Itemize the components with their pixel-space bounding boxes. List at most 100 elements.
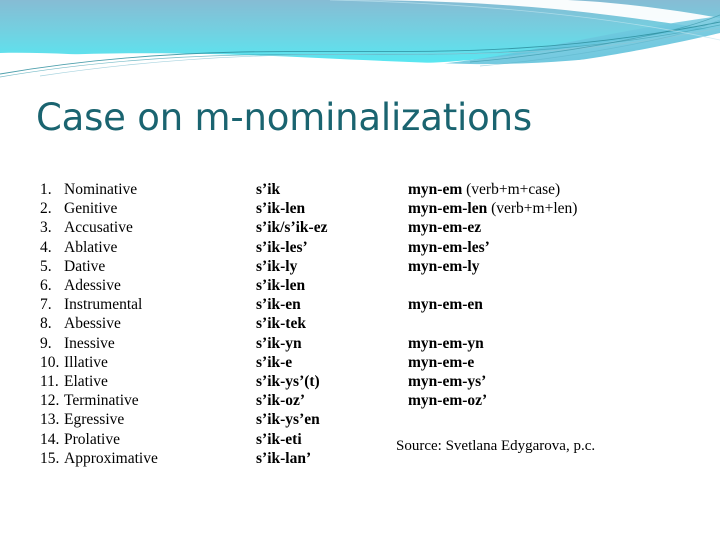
nominalization-form: myn-em-oz’ bbox=[408, 391, 688, 410]
wave-white-swoosh bbox=[340, 0, 720, 31]
case-name: Adessive bbox=[64, 277, 121, 295]
case-table-container: 1. Nominative s’ik myn-em (verb+m+case) 2. Ge… bbox=[40, 180, 688, 468]
nominalization-form: myn-em-ys’ bbox=[408, 372, 688, 391]
case-number: 2. bbox=[40, 200, 52, 218]
case-name: Approximative bbox=[64, 449, 158, 467]
case-number: 6. bbox=[40, 277, 52, 295]
case-number: 8. bbox=[40, 315, 52, 333]
case-number: 14. bbox=[40, 430, 60, 448]
noun-form: s’ik-len bbox=[256, 200, 306, 218]
decorative-wave-banner bbox=[0, 0, 720, 95]
table-row: 11. Elative s’ik-ys’(t) myn-em-ys’ bbox=[40, 372, 688, 391]
table-row: 12. Terminative s’ik-oz’ myn-em-oz’ bbox=[40, 391, 688, 410]
wave-line-1 bbox=[0, 21, 720, 75]
noun-form: s’ik-yn bbox=[256, 334, 302, 352]
wave-line-6 bbox=[329, 0, 720, 41]
case-table: 1. Nominative s’ik myn-em (verb+m+case) 2. Ge… bbox=[40, 180, 688, 468]
noun-form: s’ik-tek bbox=[256, 315, 306, 333]
table-row: 2. Genitive s’ik-len myn-em-len (verb+m+len… bbox=[40, 199, 688, 218]
nominalization-form: myn-em (verb+m+case) bbox=[408, 180, 688, 199]
table-row: 9. Inessive s’ik-yn myn-em-yn bbox=[40, 334, 688, 353]
case-number: 3. bbox=[40, 219, 52, 237]
wave-line-3 bbox=[39, 27, 720, 77]
case-name: Egressive bbox=[64, 411, 125, 429]
case-number: 11. bbox=[40, 373, 59, 391]
nominalization-form: myn-em-en bbox=[408, 295, 688, 314]
case-number: 15. bbox=[40, 449, 60, 467]
case-name: Ablative bbox=[64, 238, 118, 256]
wave-band-right bbox=[360, 16, 720, 72]
case-name: Inessive bbox=[64, 334, 115, 352]
table-row: 1. Nominative s’ik myn-em (verb+m+case) bbox=[40, 180, 688, 199]
table-row: 6. Adessive s’ik-len bbox=[40, 276, 688, 295]
nominalization-text: myn-em-e bbox=[408, 353, 475, 371]
nominalization-text: myn-em-yn bbox=[408, 334, 484, 352]
wave-band-primary bbox=[0, 0, 720, 65]
wave-graphic bbox=[0, 0, 720, 95]
case-table-body: 1. Nominative s’ik myn-em (verb+m+case) 2. Ge… bbox=[40, 180, 688, 468]
wave-line-2 bbox=[0, 24, 720, 78]
case-number: 9. bbox=[40, 334, 52, 352]
case-name: Abessive bbox=[64, 315, 121, 333]
nominalization-text: myn-em-ez bbox=[408, 219, 482, 237]
table-row: 5. Dative s’ik-ly myn-em-ly bbox=[40, 257, 688, 276]
noun-form: s’ik-eti bbox=[256, 430, 302, 448]
case-number: 4. bbox=[40, 238, 52, 256]
table-row: 4. Ablative s’ik-les’ myn-em-les’ bbox=[40, 238, 688, 257]
nominalization-text: myn-em-oz’ bbox=[408, 392, 488, 410]
case-number: 7. bbox=[40, 296, 52, 314]
table-row: 8. Abessive s’ik-tek bbox=[40, 314, 688, 333]
table-row: 7. Instrumental s’ik-en myn-em-en bbox=[40, 295, 688, 314]
nominalization-text: myn-em-ly bbox=[408, 257, 480, 275]
case-name: Illative bbox=[64, 353, 108, 371]
table-row: 3. Accusative s’ik/s’ik-ez myn-em-ez bbox=[40, 218, 688, 237]
case-name: Elative bbox=[64, 373, 108, 391]
slide: Case on m-nominalizations 1. Nominative s’… bbox=[0, 0, 720, 540]
nominalization-text: myn-em bbox=[408, 181, 463, 198]
case-number: 5. bbox=[40, 257, 52, 275]
case-name: Accusative bbox=[64, 219, 133, 237]
nominalization-form: myn-em-len (verb+m+len) bbox=[408, 199, 688, 218]
nominalization-note: (verb+m+case) bbox=[462, 181, 561, 198]
noun-form: s’ik-oz’ bbox=[256, 392, 306, 410]
noun-form: s’ik-les’ bbox=[256, 238, 308, 256]
noun-form: s’ik-ys’(t) bbox=[256, 373, 320, 391]
noun-form: s’ik-lan’ bbox=[256, 449, 312, 467]
wave-line-5 bbox=[479, 19, 720, 67]
wave-line-4 bbox=[469, 14, 720, 63]
nominalization-form bbox=[408, 410, 688, 429]
wave-lower-white bbox=[0, 44, 720, 95]
noun-form: s’ik-e bbox=[256, 353, 293, 371]
nominalization-form: myn-em-yn bbox=[408, 334, 688, 353]
noun-form: s’ik-en bbox=[256, 296, 301, 314]
noun-form: s’ik-ys’en bbox=[256, 411, 320, 429]
case-name: Prolative bbox=[64, 430, 120, 448]
source-credit: Source: Svetlana Edygarova, p.c. bbox=[396, 438, 596, 454]
case-name: Genitive bbox=[64, 200, 118, 218]
case-number: 1. bbox=[40, 181, 52, 198]
nominalization-text: myn-em-ys’ bbox=[408, 373, 487, 391]
noun-form: s’ik bbox=[256, 181, 281, 198]
case-name: Dative bbox=[64, 257, 106, 275]
noun-form: s’ik/s’ik-ez bbox=[256, 219, 328, 237]
case-number: 12. bbox=[40, 392, 60, 410]
noun-form: s’ik-len bbox=[256, 277, 306, 295]
nominalization-text: myn-em-en bbox=[408, 296, 483, 314]
nominalization-form: myn-em-ez bbox=[408, 218, 688, 237]
nominalization-form: myn-em-les’ bbox=[408, 238, 688, 257]
case-number: 10. bbox=[40, 353, 60, 371]
nominalization-note: (verb+m+len) bbox=[487, 200, 578, 218]
nominalization-form bbox=[408, 276, 688, 295]
nominalization-form: myn-em-e bbox=[408, 353, 688, 372]
nominalization-text: myn-em-les’ bbox=[408, 238, 490, 256]
case-name: Nominative bbox=[64, 181, 138, 198]
nominalization-text: myn-em-len bbox=[408, 200, 488, 218]
case-name: Terminative bbox=[64, 392, 139, 410]
table-row: 10. Illative s’ik-e myn-em-e bbox=[40, 353, 688, 372]
noun-form: s’ik-ly bbox=[256, 257, 298, 275]
table-row: 13. Egressive s’ik-ys’en bbox=[40, 410, 688, 429]
page-title: Case on m-nominalizations bbox=[36, 96, 532, 139]
nominalization-form bbox=[408, 314, 688, 333]
case-name: Instrumental bbox=[64, 296, 143, 314]
nominalization-form: myn-em-ly bbox=[408, 257, 688, 276]
